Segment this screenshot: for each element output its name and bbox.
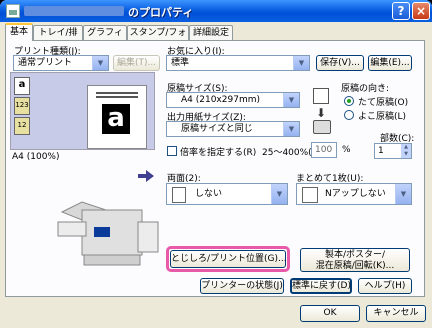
paper-size-icon	[313, 88, 329, 104]
landscape-label: よこ原稿(L)	[358, 112, 407, 122]
printer-illustration	[57, 201, 159, 266]
redacted-printer-name	[24, 6, 124, 16]
tab-advanced[interactable]: 詳細設定	[189, 25, 233, 40]
portrait-label: たて原稿(O)	[358, 98, 409, 108]
chevron-down-icon: ▼	[283, 93, 299, 107]
booklet-button-line2: 混在原稿/回転(K)...	[315, 261, 395, 271]
duplex-select[interactable]: しない ▼	[166, 183, 288, 205]
original-size-select[interactable]: A4 (210x297mm) ▼	[166, 92, 300, 108]
orientation-label: 原稿の向き:	[341, 84, 390, 94]
printer-status-button[interactable]: プリンターの状態(J)	[200, 278, 284, 294]
favorites-select[interactable]: 標準 ▼	[166, 55, 310, 71]
layout-preview: a 123 12 a	[10, 72, 155, 150]
properties-window: のプロパティ ? × 基本 トレイ/排出 グラフィックス スタンプ/フォーム 詳…	[0, 0, 432, 328]
preview-page: a	[87, 85, 147, 149]
collate-stack-icon: 123	[14, 97, 30, 115]
favorites-save-button[interactable]: 保存(V)...	[316, 55, 364, 71]
nup-layout-icon	[302, 187, 318, 203]
copies-value: 1	[378, 146, 384, 156]
tab-stamp-form[interactable]: スタンプ/フォーム	[127, 25, 189, 52]
highlight-frame	[166, 246, 290, 272]
tab-graphics[interactable]: グラフィックス	[83, 25, 127, 52]
preview-text-line	[96, 92, 138, 94]
chevron-down-icon: ▼	[395, 184, 411, 204]
arrow-right-icon	[138, 170, 154, 182]
scale-check-label: 倍率を指定する(R)	[180, 148, 257, 158]
help-button[interactable]: ヘルプ(H)	[358, 278, 412, 294]
window-title: のプロパティ	[128, 6, 194, 19]
cancel-button[interactable]: キャンセル	[366, 305, 426, 322]
preview-letter-a: a	[102, 104, 130, 134]
single-page-icon: a	[14, 77, 30, 95]
chevron-down-icon: ▼	[271, 184, 287, 204]
print-type-edit-button[interactable]: 編集(T)...	[113, 55, 160, 71]
preview-caption: A4 (100%)	[12, 152, 60, 162]
copies-input[interactable]: 1 ▲ ▼	[374, 143, 412, 159]
spin-down-icon[interactable]: ▼	[401, 151, 411, 158]
printer-icon	[313, 120, 331, 134]
chevron-down-icon: ▼	[283, 122, 299, 136]
output-size-value: 原稿サイズと同じ	[181, 124, 253, 134]
output-size-select[interactable]: 原稿サイズと同じ ▼	[166, 121, 300, 137]
printer-app-icon	[6, 4, 20, 18]
booklet-poster-button[interactable]: 製本/ポスター/ 混在原稿/回転(K)...	[300, 248, 410, 272]
tab-basic[interactable]: 基本	[5, 23, 33, 41]
spin-up-icon[interactable]: ▲	[401, 144, 411, 151]
close-title-button[interactable]: ×	[412, 2, 430, 20]
duplex-page-icon	[172, 187, 186, 203]
sort-stack-icon: 12	[14, 117, 30, 135]
scale-unit: %	[342, 145, 351, 155]
scale-checkbox[interactable]	[167, 146, 177, 156]
tab-tray-output[interactable]: トレイ/排出	[33, 25, 83, 52]
portrait-radio[interactable]	[344, 96, 354, 106]
scale-value: 100	[315, 145, 333, 155]
original-size-value: A4 (210x297mm)	[181, 95, 260, 105]
help-title-button[interactable]: ?	[392, 2, 410, 20]
ok-button[interactable]: OK	[300, 305, 360, 322]
favorites-value: 標準	[171, 58, 190, 68]
favorites-edit-button[interactable]: 編集(E)...	[368, 55, 412, 71]
print-type-select[interactable]: 通常プリント ▼	[13, 55, 109, 71]
nup-select[interactable]: Nアップしない ▼	[296, 183, 412, 205]
preview-text-line	[96, 96, 138, 98]
arrow-down-icon: ⬇	[316, 106, 327, 120]
title-bar: のプロパティ ? ×	[0, 0, 432, 22]
scale-input[interactable]: 100	[311, 142, 337, 158]
print-type-value: 通常プリント	[18, 58, 73, 68]
nup-value: Nアップしない	[325, 189, 386, 199]
booklet-button-line1: 製本/ポスター/	[324, 250, 386, 260]
chevron-down-icon: ▼	[293, 56, 309, 70]
duplex-value: しない	[195, 189, 223, 199]
chevron-down-icon: ▼	[92, 56, 108, 70]
landscape-radio[interactable]	[344, 110, 354, 120]
restore-defaults-button[interactable]: 標準に戻す(D)	[290, 278, 352, 294]
